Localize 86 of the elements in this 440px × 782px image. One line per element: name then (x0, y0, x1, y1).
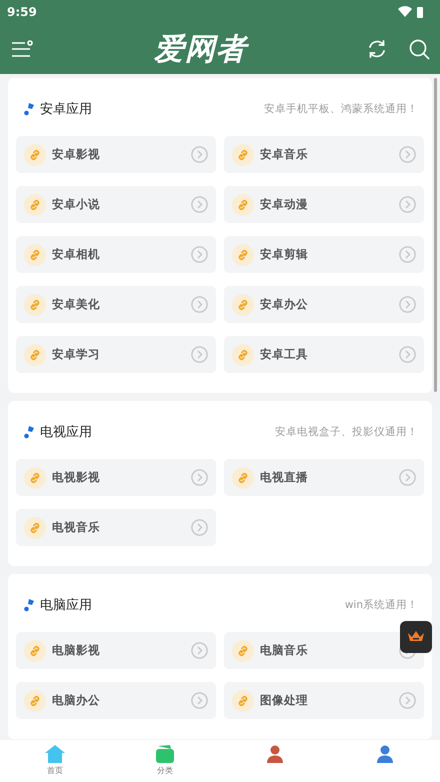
link-icon (24, 294, 46, 316)
section-title: 电脑应用 (40, 597, 92, 614)
chevron-icon (191, 469, 208, 486)
nav-tab[interactable]: 分类 (110, 740, 220, 782)
chevron-icon (399, 146, 416, 163)
sparkle-icon (24, 102, 34, 116)
category-label: 安卓动漫 (260, 197, 309, 212)
chevron-icon (191, 146, 208, 163)
chevron-icon (191, 642, 208, 659)
link-icon (24, 244, 46, 266)
category-item[interactable]: 安卓影视 (16, 136, 216, 173)
chevron-icon (191, 346, 208, 363)
category-item[interactable]: 安卓美化 (16, 286, 216, 323)
status-time: 9:59 (7, 5, 37, 19)
category-item[interactable]: 电脑影视 (16, 632, 216, 669)
chevron-icon (191, 296, 208, 313)
search-icon[interactable] (409, 38, 430, 60)
category-item[interactable]: 安卓学习 (16, 336, 216, 373)
category-item[interactable]: 电脑音乐 (224, 632, 424, 669)
category-label: 电视音乐 (52, 520, 101, 535)
category-label: 安卓剪辑 (260, 247, 309, 262)
chevron-icon (399, 346, 416, 363)
section-subtitle: 安卓手机平板、鸿蒙系统通用！ (264, 102, 418, 116)
menu-icon[interactable] (12, 40, 34, 58)
chevron-icon (399, 196, 416, 213)
category-item[interactable]: 安卓音乐 (224, 136, 424, 173)
category-label: 电视直播 (260, 470, 309, 485)
category-label: 电脑音乐 (260, 643, 309, 658)
refresh-icon[interactable] (367, 39, 387, 59)
chevron-icon (399, 296, 416, 313)
category-label: 安卓美化 (52, 297, 101, 312)
nav-tab[interactable]: 首页 (0, 740, 110, 782)
link-icon (232, 244, 254, 266)
category-label: 安卓办公 (260, 297, 309, 312)
category-label: 安卓音乐 (260, 147, 309, 162)
sparkle-icon (24, 598, 34, 612)
link-icon (24, 640, 46, 662)
link-icon (24, 516, 46, 538)
link-icon (232, 344, 254, 366)
app-title: 爱网者 (154, 30, 247, 68)
category-item[interactable]: 电脑办公 (16, 682, 216, 719)
category-item[interactable]: 电视音乐 (16, 509, 216, 546)
section-title: 电视应用 (40, 424, 92, 441)
chevron-icon (191, 246, 208, 263)
category-label: 安卓工具 (260, 347, 309, 362)
link-icon (232, 690, 254, 712)
link-icon (24, 144, 46, 166)
link-icon (24, 466, 46, 488)
link-icon (24, 194, 46, 216)
category-label: 电脑影视 (52, 643, 101, 658)
chevron-icon (191, 519, 208, 536)
category-label: 安卓学习 (52, 347, 101, 362)
category-item[interactable]: 安卓小说 (16, 186, 216, 223)
category-item[interactable]: 图像处理 (224, 682, 424, 719)
chevron-icon (191, 196, 208, 213)
link-icon (24, 690, 46, 712)
crown-button[interactable] (400, 621, 432, 653)
link-icon (232, 640, 254, 662)
chevron-icon (399, 246, 416, 263)
category-label: 安卓影视 (52, 147, 101, 162)
category-item[interactable]: 安卓工具 (224, 336, 424, 373)
category-item[interactable]: 电视直播 (224, 459, 424, 496)
category-label: 安卓小说 (52, 197, 101, 212)
category-item[interactable]: 电视影视 (16, 459, 216, 496)
category-label: 安卓相机 (52, 247, 101, 262)
category-label: 电脑办公 (52, 693, 101, 708)
category-item[interactable]: 安卓相机 (16, 236, 216, 273)
sparkle-icon (24, 426, 34, 438)
chevron-icon (399, 469, 416, 486)
category-label: 图像处理 (260, 693, 309, 708)
category-item[interactable]: 安卓动漫 (224, 186, 424, 223)
status-icons (398, 6, 426, 18)
chevron-icon (191, 692, 208, 709)
link-icon (232, 466, 254, 488)
crown-icon (407, 630, 425, 644)
category-item[interactable]: 安卓办公 (224, 286, 424, 323)
link-icon (24, 344, 46, 366)
section-subtitle: win系统通用！ (344, 598, 418, 612)
link-icon (232, 294, 254, 316)
section-subtitle: 安卓电视盒子、投影仪通用！ (275, 425, 418, 439)
link-icon (232, 194, 254, 216)
link-icon (232, 144, 254, 166)
category-item[interactable]: 安卓剪辑 (224, 236, 424, 273)
chevron-icon (399, 692, 416, 709)
section-title: 安卓应用 (40, 101, 92, 118)
category-label: 电视影视 (52, 470, 101, 485)
